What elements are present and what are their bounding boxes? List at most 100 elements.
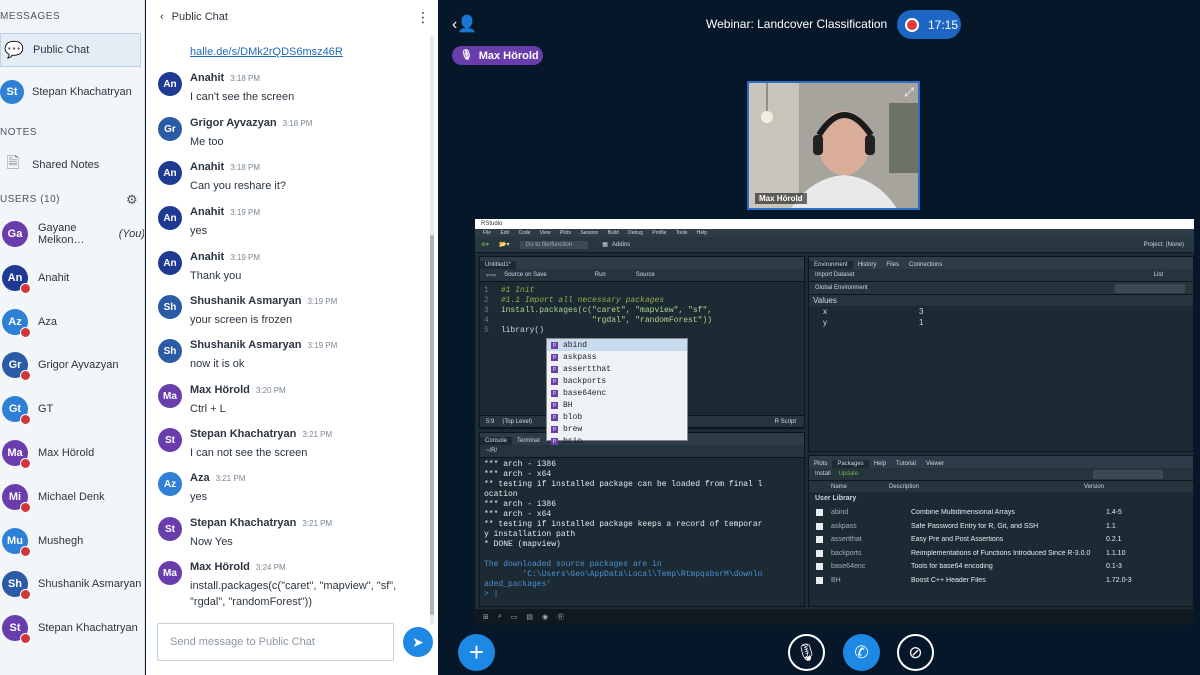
- package-checkbox[interactable]: [816, 576, 823, 584]
- user-list-item[interactable]: An Anahit: [0, 258, 144, 298]
- source-button[interactable]: Source: [636, 272, 655, 278]
- actions-button[interactable]: +: [458, 634, 495, 671]
- pane-tab[interactable]: Plots: [809, 460, 832, 468]
- arrows-icon[interactable]: ⇦⇨: [486, 272, 496, 279]
- chat-scrollbar[interactable]: [430, 35, 434, 625]
- user-list-toggle-icon[interactable]: ‹👤: [452, 14, 477, 34]
- package-name[interactable]: assertthat: [831, 536, 911, 543]
- open-icon[interactable]: 📂▾: [499, 241, 509, 248]
- autocomplete-label: backports: [563, 376, 607, 386]
- user-list-item[interactable]: Ma Max Hörold: [0, 433, 144, 473]
- user-list-item[interactable]: Gr Grigor Ayvazyan: [0, 345, 144, 385]
- more-options-icon[interactable]: ⋮: [416, 9, 430, 26]
- script-type[interactable]: R Script: [775, 419, 796, 425]
- user-list-item[interactable]: St Stepan Khachatryan: [0, 608, 144, 648]
- package-row[interactable]: assertthat Easy Pre and Post Assertions 0.…: [809, 533, 1194, 546]
- package-row[interactable]: base64enc Tools for base64 encoding 0.1-3: [809, 560, 1194, 573]
- col-name[interactable]: Name: [809, 484, 889, 490]
- user-list-item[interactable]: Gt GT: [0, 389, 144, 429]
- pane-tab[interactable]: Viewer: [921, 460, 949, 468]
- package-checkbox[interactable]: [816, 563, 823, 570]
- avatar-initials: Ma: [7, 447, 23, 459]
- webcam-video[interactable]: Max Hörold ⤢: [747, 81, 920, 210]
- package-row[interactable]: BH Boost C++ Header Files 1.72.0-3: [809, 574, 1194, 587]
- new-file-icon[interactable]: ⊕▾: [481, 241, 489, 248]
- fullscreen-icon[interactable]: ⤢: [904, 85, 914, 100]
- packages-search-input[interactable]: [1093, 469, 1163, 479]
- user-list-item[interactable]: Mu Mushegh: [0, 521, 144, 561]
- package-checkbox[interactable]: [816, 549, 823, 557]
- chat-link[interactable]: halle.de/s/DMk2rQDS6msz46R: [190, 46, 343, 58]
- chevron-left-icon[interactable]: ‹: [160, 11, 164, 23]
- firefox-icon[interactable]: ◉: [542, 613, 548, 621]
- user-list-item[interactable]: Mi Michael Denk: [0, 477, 144, 517]
- col-description[interactable]: Description: [889, 484, 1084, 490]
- goto-file-input[interactable]: Go to file/function: [519, 240, 589, 249]
- list-view-button[interactable]: List: [1154, 272, 1163, 278]
- pane-tab[interactable]: History: [853, 261, 882, 269]
- update-button[interactable]: Update: [839, 471, 858, 477]
- task-view-icon[interactable]: ▭: [511, 613, 518, 621]
- send-button[interactable]: ➤: [403, 627, 433, 657]
- autocomplete-item[interactable]: p backports: [547, 375, 687, 387]
- start-icon[interactable]: ⊞: [483, 613, 489, 621]
- autocomplete-item[interactable]: p abind: [547, 339, 687, 351]
- package-row[interactable]: backports Reimplementations of Functions …: [809, 547, 1194, 560]
- environment-value-row[interactable]: y1: [809, 317, 1194, 328]
- package-name[interactable]: base64enc: [831, 563, 911, 570]
- console-output[interactable]: *** arch - i386 *** arch - x64 ** testing …: [480, 458, 804, 606]
- autocomplete-item[interactable]: p assertthat: [547, 363, 687, 375]
- package-name[interactable]: abind: [831, 509, 911, 516]
- search-icon[interactable]: ⌕: [498, 613, 502, 621]
- package-name[interactable]: backports: [831, 550, 911, 557]
- editor-tab[interactable]: Untitled1*: [480, 261, 517, 269]
- source-on-save-checkbox[interactable]: Source on Save: [504, 272, 547, 278]
- user-list-item[interactable]: Ga Gayane Melkon… (You): [0, 214, 144, 254]
- package-checkbox[interactable]: [816, 522, 823, 530]
- environment-value-row[interactable]: x3: [809, 306, 1194, 317]
- shared-notes-item[interactable]: 🗎 Shared Notes: [0, 148, 141, 182]
- import-dataset-button[interactable]: Import Dataset: [815, 272, 854, 278]
- package-name[interactable]: BH: [831, 577, 911, 584]
- explorer-icon[interactable]: ▤: [526, 613, 533, 621]
- pane-tab[interactable]: Terminal: [512, 437, 545, 445]
- addins-menu[interactable]: Addins: [612, 242, 630, 248]
- private-chat-item[interactable]: St Stepan Khachatryan: [0, 75, 141, 109]
- col-version[interactable]: Version: [1084, 484, 1104, 490]
- pane-tab[interactable]: Help: [869, 460, 891, 468]
- autocomplete-item[interactable]: p base64enc: [547, 387, 687, 399]
- pane-tab[interactable]: Connections: [904, 261, 947, 269]
- autocomplete-item[interactable]: p BH: [547, 399, 687, 411]
- mute-button[interactable]: 🎙: [788, 634, 825, 671]
- user-list-item[interactable]: Az Aza: [0, 302, 144, 342]
- chat-message-input[interactable]: Send message to Public Chat: [157, 623, 394, 661]
- autocomplete-item[interactable]: p brew: [547, 423, 687, 435]
- pane-tab[interactable]: Environment: [809, 261, 853, 269]
- pane-tab[interactable]: Tutorial: [891, 460, 921, 468]
- package-name[interactable]: askpass: [831, 523, 911, 530]
- avatar-initials: St: [165, 434, 175, 446]
- run-button[interactable]: Run: [595, 272, 606, 278]
- user-list-item[interactable]: Sh Shushanik Asmaryan: [0, 564, 144, 604]
- autocomplete-item[interactable]: p askpass: [547, 351, 687, 363]
- install-button[interactable]: Install: [815, 471, 831, 477]
- package-row[interactable]: abind Combine Multidimensional Arrays 1.4-…: [809, 506, 1194, 519]
- public-chat-item[interactable]: 💬 Public Chat: [0, 33, 141, 67]
- pane-tab[interactable]: Packages: [832, 460, 869, 468]
- autocomplete-item[interactable]: p blob: [547, 411, 687, 423]
- autocomplete-item[interactable]: p brio: [547, 435, 687, 447]
- recording-indicator[interactable]: 17:15: [897, 10, 961, 39]
- global-environment-menu[interactable]: Global Environment: [815, 285, 868, 291]
- project-menu[interactable]: Project: (None): [1144, 242, 1184, 248]
- autocomplete-popup[interactable]: p abind p askpass p assertthat p backports p base…: [546, 338, 688, 446]
- gear-icon[interactable]: ⚙: [126, 192, 138, 208]
- leave-audio-button[interactable]: ✆: [843, 634, 880, 671]
- environment-search-input[interactable]: [1115, 283, 1185, 293]
- rstudio-icon[interactable]: Ⓡ: [557, 612, 564, 622]
- pane-tab[interactable]: Console: [480, 437, 513, 445]
- package-row[interactable]: askpass Safe Password Entry for R, Git, a…: [809, 520, 1194, 533]
- package-checkbox[interactable]: [816, 509, 823, 516]
- pane-tab[interactable]: Files: [881, 261, 904, 269]
- package-checkbox[interactable]: [816, 536, 823, 543]
- share-webcam-button[interactable]: ⊘: [897, 634, 934, 671]
